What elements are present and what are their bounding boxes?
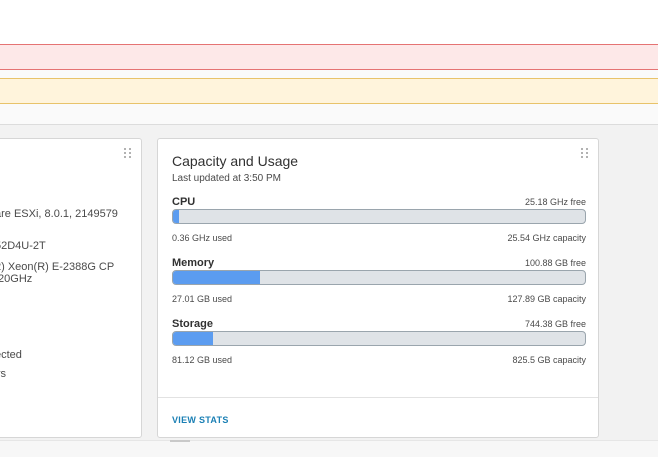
resource-used: 27.01 GB used: [172, 294, 233, 304]
usage-bar-fill: [173, 271, 260, 284]
card-title: Capacity and Usage: [172, 153, 299, 169]
processor-type-value: 2) Xeon(R) E-2388G CP: [0, 261, 115, 273]
host-summary-card: are ESXi, 8.0.1, 2149579 52D4U-2T 2) Xeo…: [0, 138, 142, 438]
usage-bar-fill: [173, 210, 179, 223]
resource-free: 744.38 GB free: [524, 319, 586, 329]
resource-capacity: 127.89 GB capacity: [507, 294, 586, 304]
warning-alert-banner: [0, 78, 658, 104]
resource-name: CPU: [172, 196, 196, 208]
processor-type-value-cont: .20GHz: [0, 273, 33, 285]
hypervisor-value: are ESXi, 8.0.1, 2149579: [0, 208, 118, 220]
usage-bar-fill: [173, 332, 214, 345]
resource-free: 25.18 GHz free: [524, 197, 586, 207]
bottom-panel-edge: [0, 440, 658, 457]
connection-state-value: ected: [0, 349, 22, 361]
uptime-value: ys: [0, 368, 6, 380]
drag-handle-icon[interactable]: [581, 148, 589, 160]
header-strip: [0, 0, 658, 44]
card-footer-divider: [158, 397, 598, 398]
resource-free: 100.88 GB free: [524, 258, 586, 268]
model-value: 52D4U-2T: [0, 240, 46, 252]
capacity-usage-card: Capacity and Usage Last updated at 3:50 …: [157, 138, 599, 438]
usage-bar: [172, 270, 586, 285]
resource-name: Storage: [172, 318, 213, 330]
resource-capacity: 825.5 GB capacity: [512, 355, 586, 365]
resource-name: Memory: [172, 257, 215, 269]
usage-bar: [172, 331, 586, 346]
usage-bar: [172, 209, 586, 224]
error-alert-banner: [0, 44, 658, 70]
last-updated-text: Last updated at 3:50 PM: [172, 173, 281, 184]
view-stats-link[interactable]: VIEW STATS: [172, 415, 229, 425]
drag-handle-icon[interactable]: [124, 148, 132, 160]
resource-capacity: 25.54 GHz capacity: [507, 233, 586, 243]
scroll-handle[interactable]: [170, 440, 190, 442]
top-banner-area: [0, 0, 658, 125]
resource-used: 81.12 GB used: [172, 355, 233, 365]
resource-used: 0.36 GHz used: [172, 233, 233, 243]
